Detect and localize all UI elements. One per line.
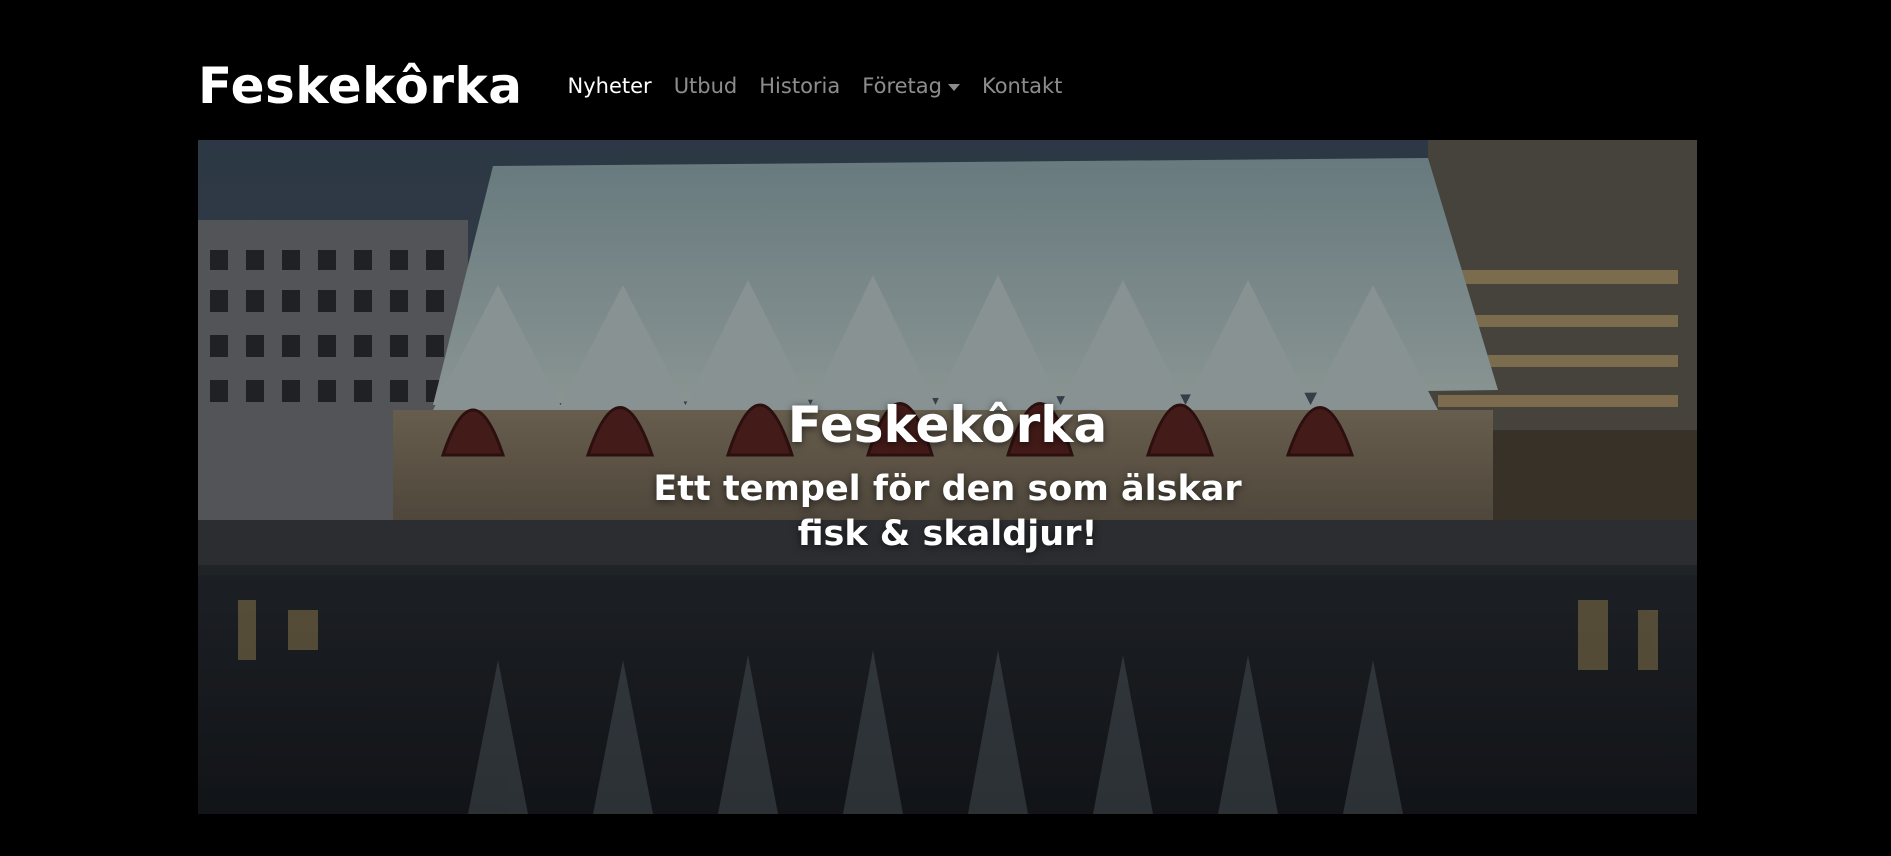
hero-banner: Feskekôrka Ett tempel för den som älskar… (198, 140, 1697, 814)
caret-down-icon (947, 83, 960, 91)
nav-item-kontakt[interactable]: Kontakt (971, 74, 1073, 98)
hero-title: Feskekôrka (787, 396, 1108, 454)
nav-menu: Nyheter Utbud Historia Företag Kontakt (557, 74, 1074, 98)
hero-subtitle: Ett tempel för den som älskar fisk & ska… (653, 469, 1242, 554)
nav-item-utbud[interactable]: Utbud (663, 74, 749, 98)
hero-caption: Feskekôrka Ett tempel för den som älskar… (198, 395, 1697, 557)
navbar: Feskekôrka Nyheter Utbud Historia Företa… (198, 46, 1697, 126)
nav-item-foretag-label: Företag (862, 74, 942, 98)
brand-logo[interactable]: Feskekôrka (198, 57, 523, 115)
nav-item-foretag-dropdown[interactable]: Företag (851, 74, 971, 98)
nav-item-historia[interactable]: Historia (748, 74, 851, 98)
nav-item-nyheter[interactable]: Nyheter (557, 74, 663, 98)
